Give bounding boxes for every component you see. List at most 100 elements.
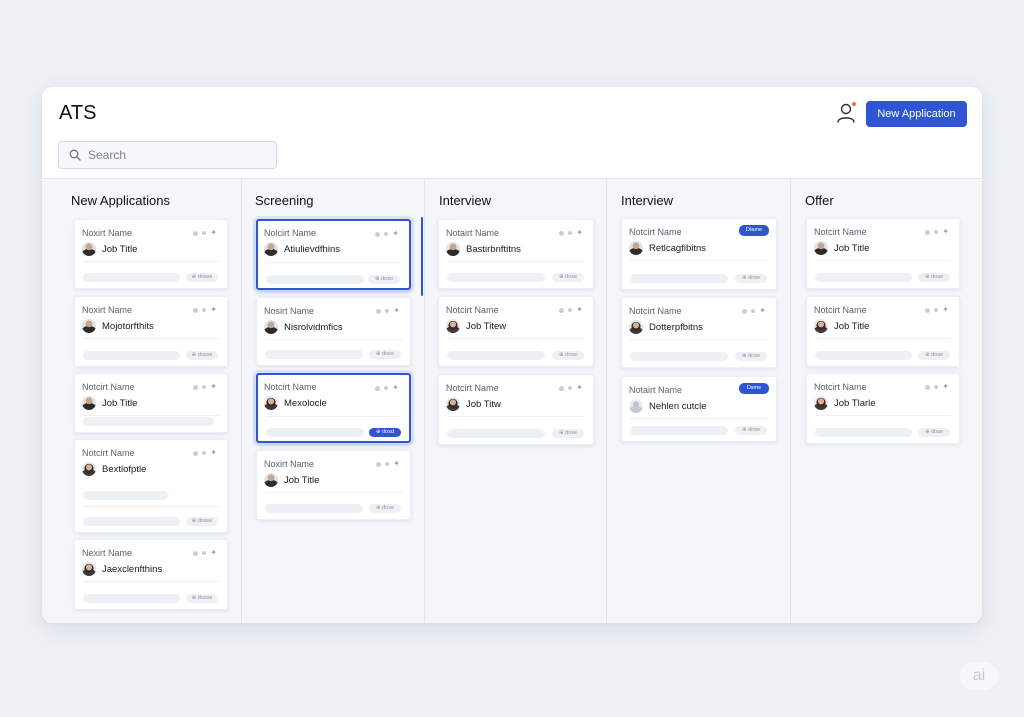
sparkle-icon[interactable]: ✦ <box>576 384 583 392</box>
candidate-card[interactable]: Notcirt Name ✦ Mexolocle ⊕ dosd <box>256 373 411 443</box>
more-dot-icon[interactable] <box>375 385 381 391</box>
more-dot-icon[interactable] <box>376 461 382 467</box>
card-action-chip[interactable]: ⊕ dosse <box>186 351 218 360</box>
more-dot-icon[interactable] <box>202 451 207 455</box>
card-action-chip[interactable]: ⊕ dosd <box>369 428 401 437</box>
more-dot-icon[interactable] <box>934 385 939 389</box>
sparkle-icon[interactable]: ✦ <box>576 229 583 237</box>
candidate-card[interactable]: Notcirt Name ✦ Job Title <box>74 373 228 433</box>
sparkle-icon[interactable]: ✦ <box>576 306 583 314</box>
candidate-card[interactable]: Notairt Name ✦ Bastirbnftitns ⊕ dose <box>438 219 594 289</box>
more-dot-icon[interactable] <box>568 231 573 235</box>
more-dot-icon[interactable] <box>559 230 565 236</box>
candidate-card[interactable]: Notcirt Name ✦ Job Titw ⊕ dose <box>438 374 594 445</box>
sparkle-icon[interactable]: ✦ <box>942 228 949 236</box>
candidate-card[interactable]: Nosirt Name ✦ Nisrolvidmfics ⊕ dose <box>256 297 411 366</box>
placeholder-bar <box>447 351 545 360</box>
sparkle-icon[interactable]: ✦ <box>210 449 217 457</box>
candidate-card[interactable]: Nolcirt Name ✦ Atiulievdfhins ⊕ doso <box>256 219 411 290</box>
more-dot-icon[interactable] <box>751 309 756 313</box>
candidate-card[interactable]: Notcirt Name ✦ Dotterpfbitns ⊕ dose <box>621 297 777 368</box>
card-action-chip[interactable]: ⊕ dose <box>552 273 584 282</box>
more-dot-icon[interactable] <box>568 386 573 390</box>
more-dot-icon[interactable] <box>193 550 199 556</box>
sparkle-icon[interactable]: ✦ <box>392 230 399 238</box>
candidate-name: Notcirt Name <box>264 382 317 392</box>
candidate-card[interactable]: Notcirt Name ✦ Bextlofptle ⊕ dosse <box>74 439 228 533</box>
avatar <box>264 473 278 487</box>
more-dot-icon[interactable] <box>202 308 207 312</box>
column-3: Interview Notcirt Name Dtame Retlcagfibitns… <box>606 179 790 623</box>
candidate-card[interactable]: Notcirt Name Dtame Retlcagfibitns ⊕ dose <box>621 218 777 290</box>
card-action-chip[interactable]: ⊕ dosse <box>186 517 218 526</box>
app-header: ATS New Application <box>42 87 982 179</box>
card-action-chip[interactable]: ⊕ dose <box>369 504 401 513</box>
candidate-card[interactable]: Noxirt Name ✦ Job Title ⊕ dosse <box>74 219 228 289</box>
card-divider <box>83 338 219 339</box>
sparkle-icon[interactable]: ✦ <box>210 383 217 391</box>
sparkle-icon[interactable]: ✦ <box>393 307 400 315</box>
card-action-chip[interactable]: ⊕ dose <box>552 429 584 438</box>
candidate-card[interactable]: Notcirt Name ✦ Job Title ⊕ dose <box>806 296 960 367</box>
card-action-chip[interactable]: ⊕ doso <box>368 275 400 284</box>
more-dot-icon[interactable] <box>934 230 939 234</box>
candidate-card[interactable]: Notcirt Name ✦ Job Titew ⊕ dose <box>438 296 594 367</box>
more-dot-icon[interactable] <box>925 384 931 390</box>
more-dot-icon[interactable] <box>193 384 199 390</box>
more-dot-icon[interactable] <box>742 308 748 314</box>
more-dot-icon[interactable] <box>925 307 931 313</box>
sparkle-icon[interactable]: ✦ <box>759 307 766 315</box>
more-dot-icon[interactable] <box>202 385 207 389</box>
avatar <box>82 462 96 476</box>
new-application-button[interactable]: New Application <box>866 101 967 127</box>
more-dot-icon[interactable] <box>925 229 931 235</box>
sparkle-icon[interactable]: ✦ <box>210 229 217 237</box>
user-menu-button[interactable] <box>836 101 857 124</box>
card-action-chip[interactable]: ⊕ dose <box>918 428 950 437</box>
sparkle-icon[interactable]: ✦ <box>942 306 949 314</box>
candidate-name: Nosirt Name <box>264 306 315 316</box>
more-dot-icon[interactable] <box>384 386 389 390</box>
candidate-card[interactable]: Notairt Name Dsme Nehlen cutcle ⊕ dose <box>621 376 777 442</box>
sparkle-icon[interactable]: ✦ <box>392 384 399 392</box>
sparkle-icon[interactable]: ✦ <box>393 460 400 468</box>
more-dot-icon[interactable] <box>202 551 207 555</box>
search-input[interactable] <box>88 148 258 162</box>
sparkle-icon[interactable]: ✦ <box>210 306 217 314</box>
more-dot-icon[interactable] <box>385 309 390 313</box>
card-action-chip[interactable]: ⊕ dose <box>918 273 950 282</box>
placeholder-bar <box>447 273 545 282</box>
search-box[interactable] <box>58 141 277 169</box>
candidate-card[interactable]: Noxirt Name ✦ Job Title ⊕ dose <box>256 450 411 520</box>
card-action-chip[interactable]: ⊕ dose <box>735 426 767 435</box>
candidate-card[interactable]: Notcirt Name ✦ Job Title ⊕ dose <box>806 218 960 289</box>
more-dot-icon[interactable] <box>202 231 207 235</box>
card-action-chip[interactable]: ⊕ dose <box>735 352 767 361</box>
card-action-chip[interactable]: ⊕ dose <box>735 274 767 283</box>
more-dot-icon[interactable] <box>375 231 381 237</box>
more-dot-icon[interactable] <box>568 308 573 312</box>
more-dot-icon[interactable] <box>384 232 389 236</box>
sparkle-icon[interactable]: ✦ <box>210 549 217 557</box>
placeholder-bar <box>447 429 545 438</box>
candidate-card[interactable]: Notcirt Name ✦ Job Tlarle ⊕ dose <box>806 373 960 444</box>
card-action-chip[interactable]: ⊕ dose <box>918 351 950 360</box>
card-action-chip[interactable]: ⊕ dose <box>552 351 584 360</box>
more-dot-icon[interactable] <box>193 230 199 236</box>
candidate-card[interactable]: Noxirt Name ✦ Mojotorfthits ⊕ dosse <box>74 296 228 367</box>
card-action-chip[interactable]: ⊕ dosse <box>186 273 218 282</box>
more-dot-icon[interactable] <box>193 450 199 456</box>
more-dot-icon[interactable] <box>385 462 390 466</box>
status-tag: Dsme <box>739 383 769 394</box>
more-dot-icon[interactable] <box>934 308 939 312</box>
job-title: Jaexclenfthins <box>102 564 163 575</box>
more-dot-icon[interactable] <box>559 385 565 391</box>
card-actions: ✦ <box>559 306 583 314</box>
card-action-chip[interactable]: ⊕ dosse <box>186 594 218 603</box>
more-dot-icon[interactable] <box>376 308 382 314</box>
more-dot-icon[interactable] <box>559 307 565 313</box>
more-dot-icon[interactable] <box>193 307 199 313</box>
candidate-card[interactable]: Nexirt Name ✦ Jaexclenfthins ⊕ dosse <box>74 539 228 610</box>
card-action-chip[interactable]: ⊕ dose <box>369 350 401 359</box>
sparkle-icon[interactable]: ✦ <box>942 383 949 391</box>
